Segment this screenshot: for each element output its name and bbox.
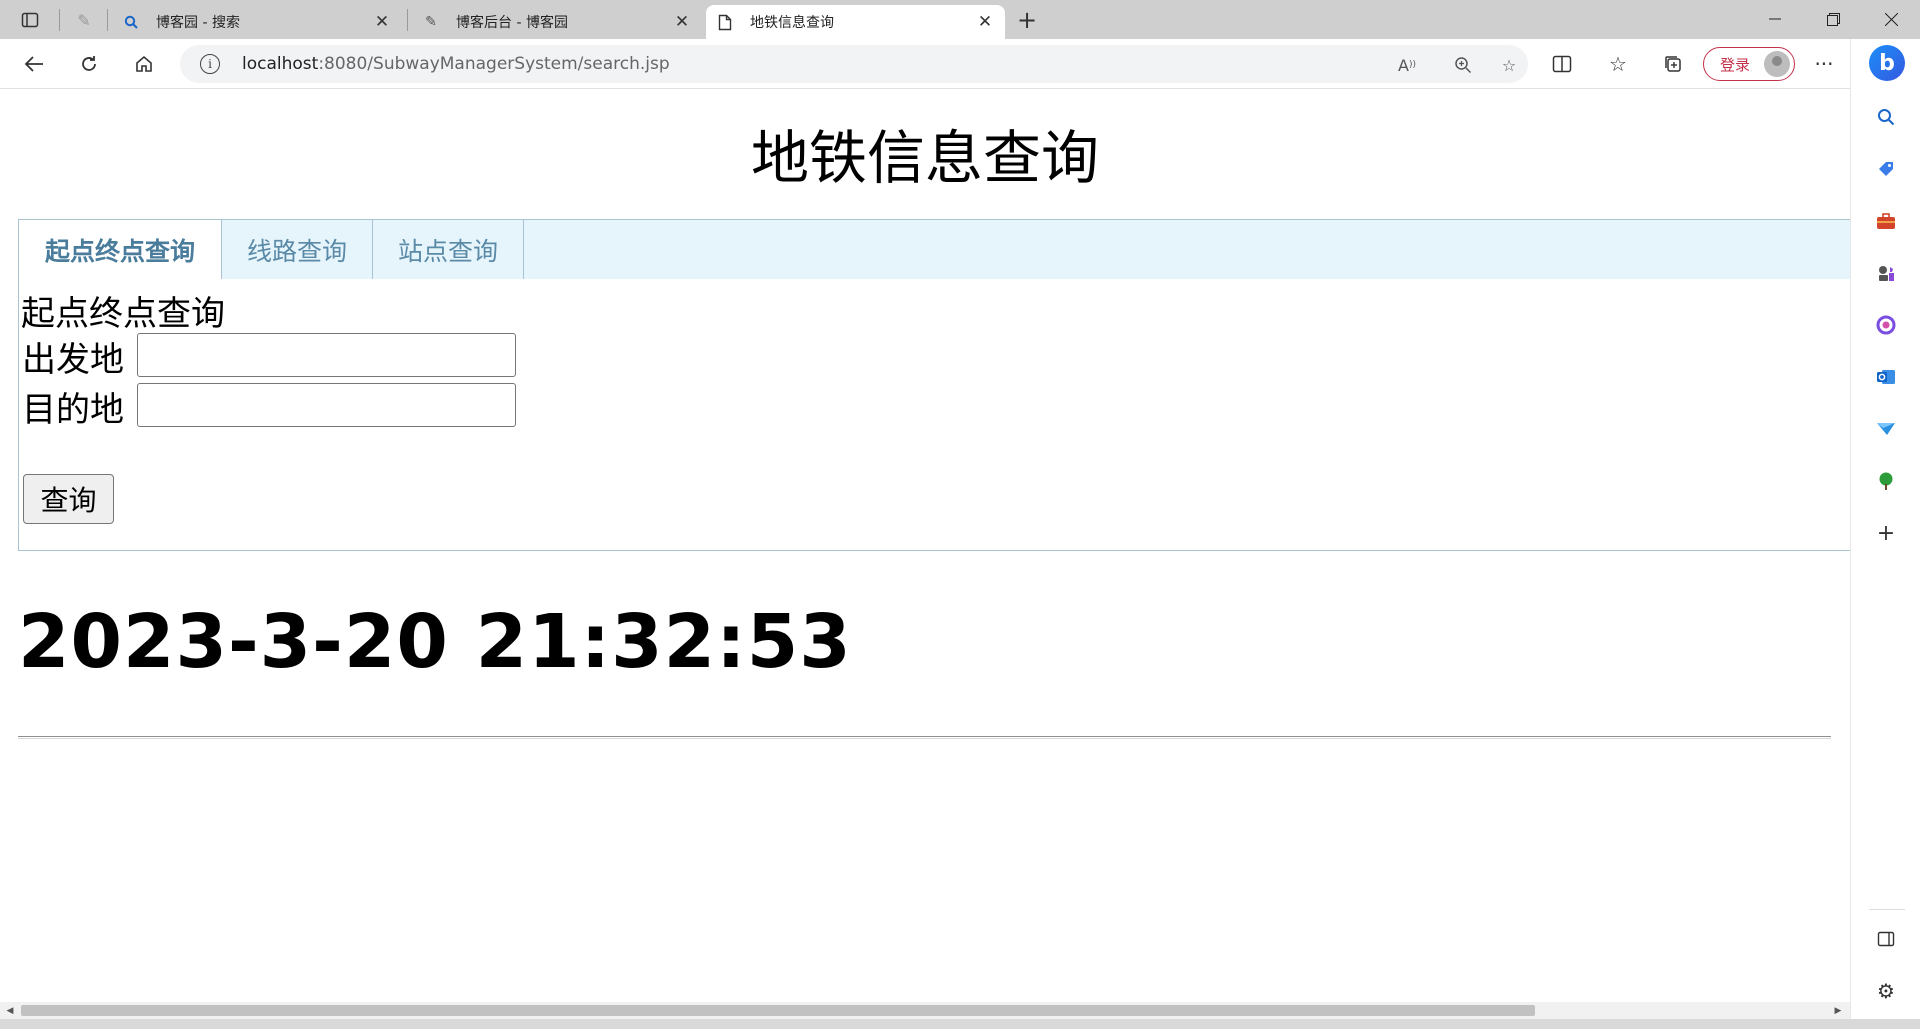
games-icon[interactable] bbox=[1874, 261, 1898, 285]
browser-tab-blog-admin[interactable]: ✎ 博客后台 - 博客园 ✕ bbox=[412, 5, 702, 39]
bing-copilot-icon[interactable]: b bbox=[1869, 45, 1905, 81]
current-datetime: 2023-3-20 21:32:53 bbox=[18, 599, 852, 685]
query-tabs: 起点终点查询 线路查询 站点查询 bbox=[19, 220, 1850, 279]
browser-tab-search[interactable]: 博客园 - 搜索 ✕ bbox=[112, 5, 402, 39]
scroll-right-icon[interactable]: ▶ bbox=[1831, 1004, 1845, 1017]
tab-separator bbox=[59, 9, 60, 31]
tab-title: 地铁信息查询 bbox=[750, 15, 834, 31]
login-label: 登录 bbox=[1720, 55, 1751, 74]
tab-title: 博客后台 - 博客园 bbox=[456, 15, 568, 31]
login-button[interactable]: 登录 bbox=[1703, 47, 1795, 81]
tab-separator bbox=[107, 9, 108, 31]
site-info-icon[interactable]: i bbox=[200, 54, 220, 74]
zoom-icon[interactable] bbox=[1452, 54, 1474, 76]
taskbar-edge bbox=[0, 1019, 1920, 1029]
more-options-icon[interactable]: ··· bbox=[1810, 50, 1838, 78]
tab-title: 博客园 - 搜索 bbox=[156, 15, 240, 31]
url-host: localhost bbox=[242, 54, 319, 74]
collections-icon[interactable] bbox=[1659, 50, 1687, 78]
restore-icon[interactable] bbox=[1810, 4, 1856, 34]
sidebar-divider bbox=[1869, 909, 1905, 910]
refresh-icon[interactable] bbox=[75, 50, 103, 78]
horizontal-scrollbar[interactable]: ◀ ▶ bbox=[0, 1002, 1850, 1019]
destination-label: 目的地 bbox=[22, 390, 124, 430]
back-icon[interactable] bbox=[20, 50, 48, 78]
favorites-icon[interactable]: ☆ bbox=[1604, 50, 1632, 78]
section-title: 起点终点查询 bbox=[21, 294, 225, 334]
drop-send-icon[interactable] bbox=[1874, 417, 1898, 441]
close-tab-icon[interactable]: ✕ bbox=[975, 12, 995, 32]
close-tab-icon[interactable]: ✕ bbox=[372, 12, 392, 32]
search-icon bbox=[122, 13, 140, 31]
scroll-left-icon[interactable]: ◀ bbox=[3, 1004, 17, 1017]
address-url[interactable]: localhost:8080/SubwayManagerSystem/searc… bbox=[242, 54, 670, 74]
add-favorite-icon[interactable]: ☆ bbox=[1498, 54, 1520, 76]
page-title: 地铁信息查询 bbox=[750, 124, 1099, 192]
read-aloud-icon[interactable]: A)) bbox=[1396, 54, 1418, 76]
tools-briefcase-icon[interactable] bbox=[1874, 209, 1898, 233]
split-screen-icon[interactable] bbox=[1548, 50, 1576, 78]
query-button[interactable]: 查询 bbox=[23, 474, 114, 524]
query-panel: 起点终点查询 线路查询 站点查询 起点终点查询 出发地 目的地 查询 bbox=[18, 219, 1850, 551]
departure-label: 出发地 bbox=[22, 340, 124, 380]
shopping-tag-icon[interactable] bbox=[1874, 157, 1898, 181]
workspace-icon[interactable]: ✎ bbox=[71, 7, 97, 33]
avatar bbox=[1764, 51, 1790, 77]
departure-input[interactable] bbox=[137, 333, 516, 377]
settings-gear-icon[interactable]: ⚙ bbox=[1874, 979, 1898, 1003]
tab-start-end-query[interactable]: 起点终点查询 bbox=[19, 220, 222, 279]
tab-station-query[interactable]: 站点查询 bbox=[373, 220, 524, 279]
page-icon bbox=[716, 13, 734, 31]
outlook-icon[interactable] bbox=[1874, 365, 1898, 389]
browser-tab-bar: ✎ 博客园 - 搜索 ✕ ✎ 博客后台 - 博客园 ✕ 地铁信息查询 ✕ + bbox=[0, 0, 1920, 39]
tree-icon[interactable] bbox=[1874, 469, 1898, 493]
browser-toolbar: i localhost:8080/SubwayManagerSystem/sea… bbox=[0, 39, 1920, 89]
scrollbar-thumb[interactable] bbox=[21, 1005, 1535, 1016]
home-icon[interactable] bbox=[130, 50, 158, 78]
browser-tab-subway[interactable]: 地铁信息查询 ✕ bbox=[706, 5, 1005, 39]
tab-separator bbox=[407, 9, 408, 31]
destination-input[interactable] bbox=[137, 383, 516, 427]
url-path: :8080/SubwayManagerSystem/search.jsp bbox=[318, 54, 670, 74]
address-bar[interactable]: i localhost:8080/SubwayManagerSystem/sea… bbox=[180, 45, 1528, 83]
tab-line-query[interactable]: 线路查询 bbox=[222, 220, 373, 279]
close-window-icon[interactable] bbox=[1868, 4, 1914, 34]
tab-actions-icon[interactable] bbox=[17, 7, 43, 33]
cnblogs-icon: ✎ bbox=[425, 14, 437, 30]
close-tab-icon[interactable]: ✕ bbox=[672, 12, 692, 32]
add-sidebar-app-icon[interactable]: + bbox=[1874, 521, 1898, 546]
search-icon[interactable] bbox=[1874, 105, 1898, 129]
horizontal-rule bbox=[18, 736, 1831, 739]
minimize-icon[interactable] bbox=[1752, 4, 1798, 34]
edge-sidebar: b + ⚙ bbox=[1850, 39, 1920, 1029]
hide-sidebar-icon[interactable] bbox=[1874, 927, 1898, 951]
microsoft-365-icon[interactable] bbox=[1874, 313, 1898, 337]
new-tab-icon[interactable]: + bbox=[1013, 6, 1041, 34]
page-viewport: 地铁信息查询 起点终点查询 线路查询 站点查询 起点终点查询 出发地 目的地 查… bbox=[0, 89, 1850, 1002]
